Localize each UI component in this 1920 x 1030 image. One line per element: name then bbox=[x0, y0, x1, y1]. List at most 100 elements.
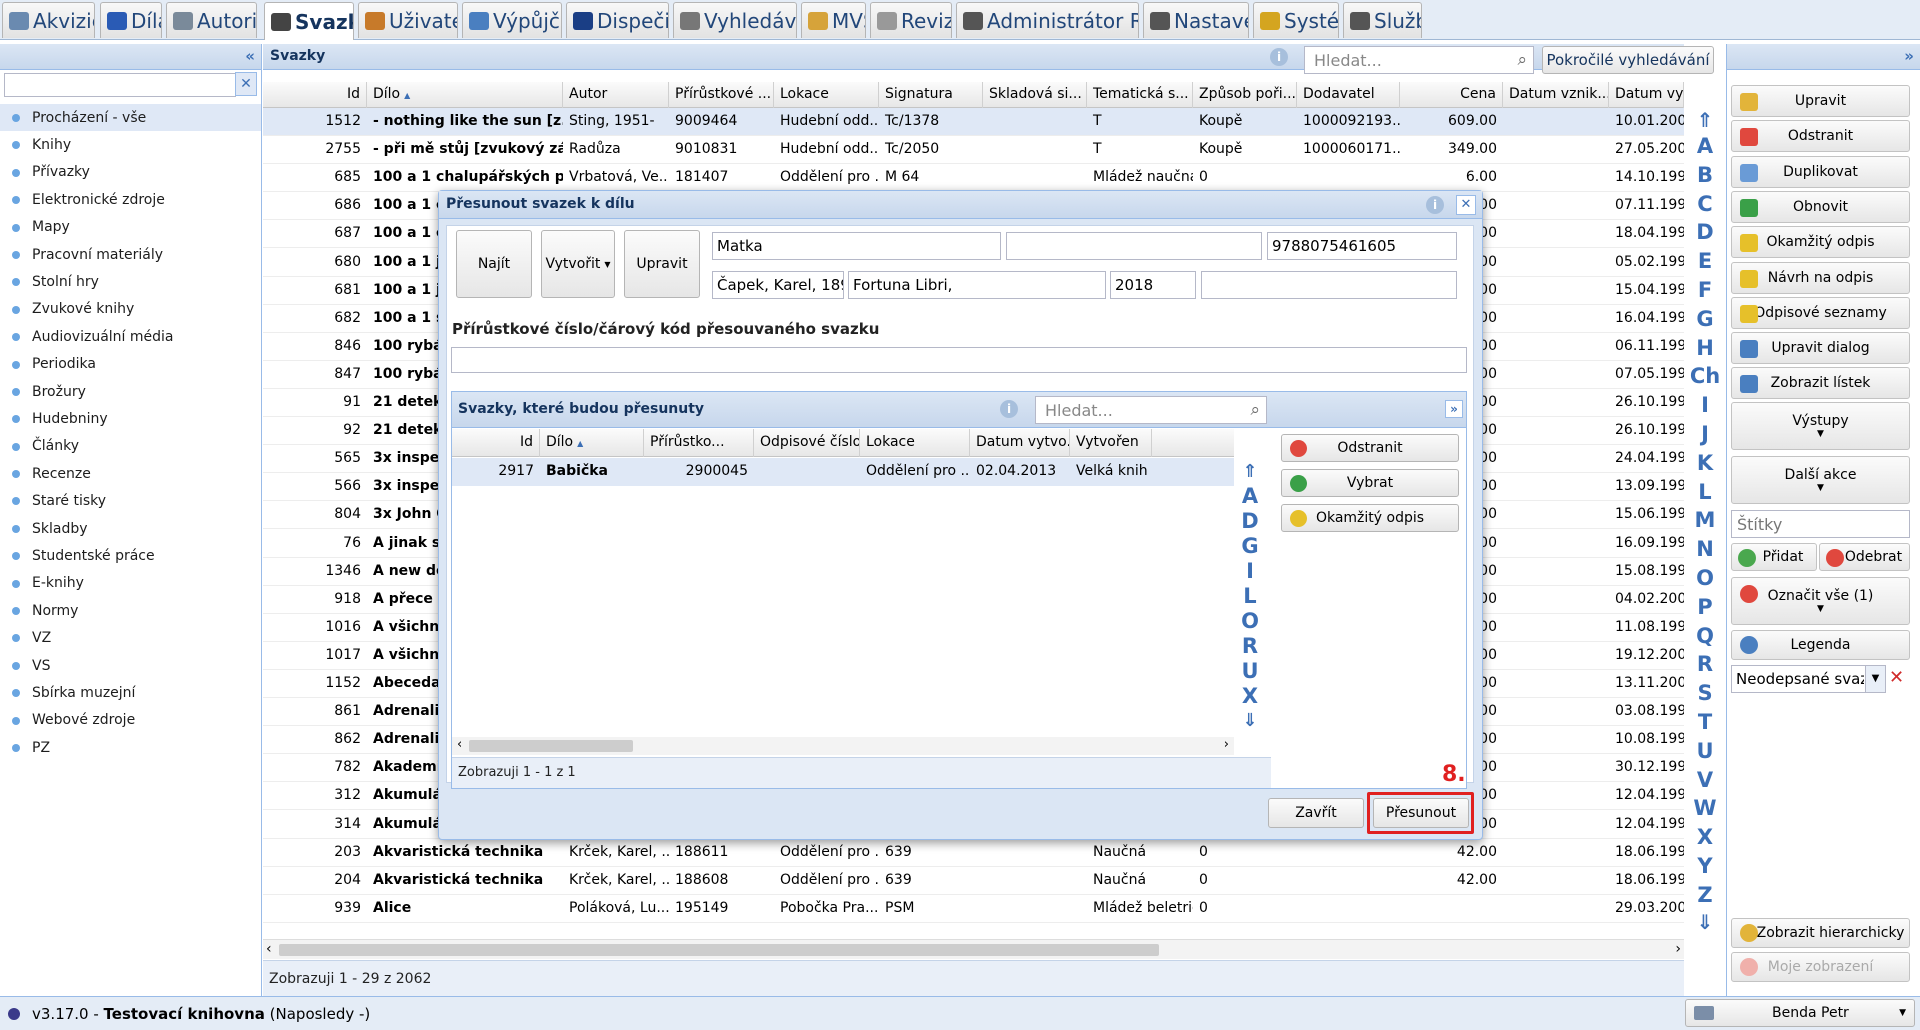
alphabet-letter[interactable]: V bbox=[1697, 766, 1713, 795]
alphabet-letter[interactable]: H bbox=[1696, 334, 1714, 363]
my-view-button[interactable]: Moje zobrazení bbox=[1731, 952, 1910, 982]
delete-volume-button[interactable]: Odstranit bbox=[1281, 434, 1459, 462]
alphabet-letter[interactable]: B bbox=[1697, 161, 1713, 190]
nav-item[interactable]: Studentské práce bbox=[0, 542, 261, 569]
nav-item[interactable]: Pracovní materiály bbox=[0, 241, 261, 268]
nav-item[interactable]: VS bbox=[0, 652, 261, 679]
column-header[interactable]: Skladová si... bbox=[983, 82, 1087, 108]
scroll-right-icon[interactable]: › bbox=[1675, 941, 1681, 957]
clear-filter-icon[interactable]: ✕ bbox=[235, 72, 257, 96]
tab-revize[interactable]: Revize bbox=[870, 2, 952, 38]
inner-search-input[interactable]: Hledat... ⌕ bbox=[1035, 396, 1267, 424]
nav-item[interactable]: Periodika bbox=[0, 351, 261, 378]
tab-služba[interactable]: Služba bbox=[1343, 2, 1422, 38]
alphabet-letter[interactable]: U bbox=[1696, 737, 1713, 766]
tab-akvizice[interactable]: Akvizice bbox=[2, 2, 95, 38]
table-row[interactable]: 2917 Babička 2900045 Oddělení pro ... 02.04.… bbox=[452, 458, 1234, 486]
alphabet-letter[interactable]: I bbox=[1701, 391, 1709, 420]
column-header[interactable]: Způsob poři... bbox=[1193, 82, 1297, 108]
scroll-bottom-icon[interactable]: ⇓ bbox=[1242, 709, 1257, 733]
nav-item[interactable]: Elektronické zdroje bbox=[0, 186, 261, 213]
nav-item[interactable]: Normy bbox=[0, 597, 261, 624]
alphabet-letter[interactable]: R bbox=[1697, 650, 1713, 679]
barcode-input[interactable] bbox=[451, 347, 1467, 373]
alphabet-letter[interactable]: K bbox=[1697, 449, 1713, 478]
column-header[interactable]: Datum vytv bbox=[1609, 82, 1684, 108]
tab-autority[interactable]: Autority bbox=[166, 2, 257, 38]
column-header[interactable]: Datum vznik... bbox=[1503, 82, 1609, 108]
column-header[interactable]: Lokace bbox=[774, 82, 879, 108]
warning-button[interactable]: Okamžitý odpis bbox=[1731, 226, 1910, 259]
tab-administrátor-reksu[interactable]: Administrátor REKSu bbox=[956, 2, 1139, 38]
nav-item[interactable]: PZ bbox=[0, 734, 261, 761]
alphabet-letter[interactable]: J bbox=[1701, 420, 1709, 449]
nav-item[interactable]: Webové zdroje bbox=[0, 707, 261, 734]
table-row[interactable]: 1512 - nothing like the sun [z... Sting, 1… bbox=[263, 108, 1684, 136]
chevron-down-icon[interactable]: ▼ bbox=[1865, 666, 1885, 692]
nav-item[interactable]: Mapy bbox=[0, 214, 261, 241]
alphabet-letter[interactable]: U bbox=[1241, 659, 1258, 684]
tab-mvs[interactable]: MVS bbox=[801, 2, 866, 38]
scroll-top-icon[interactable]: ⇑ bbox=[1697, 108, 1714, 132]
alphabet-letter[interactable]: G bbox=[1696, 305, 1713, 334]
alphabet-letter[interactable]: T bbox=[1698, 708, 1712, 737]
alphabet-letter[interactable]: L bbox=[1698, 478, 1711, 507]
scroll-left-icon[interactable]: ‹ bbox=[457, 737, 462, 752]
advanced-search-button[interactable]: Pokročilé vyhledávání bbox=[1542, 46, 1714, 74]
column-header[interactable]: Signatura bbox=[879, 82, 983, 108]
nav-item[interactable]: Články bbox=[0, 433, 261, 460]
column-header[interactable]: Dílo ▲ bbox=[540, 429, 644, 457]
card-button[interactable]: Zobrazit lístek bbox=[1731, 367, 1910, 400]
nav-item[interactable]: Zvukové knihy bbox=[0, 296, 261, 323]
dialog-button[interactable]: Upravit dialog bbox=[1731, 332, 1910, 365]
find-button[interactable]: Najít bbox=[456, 230, 532, 298]
alphabet-letter[interactable]: Y bbox=[1697, 852, 1712, 881]
warning-button[interactable]: Návrh na odpis bbox=[1731, 261, 1910, 294]
scroll-thumb[interactable] bbox=[469, 740, 633, 752]
table-row[interactable]: 204 Akvaristická technika Krček, Karel, ..… bbox=[263, 867, 1684, 895]
nav-item[interactable]: Sbírka muzejní bbox=[0, 679, 261, 706]
column-header[interactable]: Přírůstko... bbox=[644, 429, 754, 457]
nav-item[interactable]: Knihy bbox=[0, 131, 261, 158]
nav-item[interactable]: E-knihy bbox=[0, 570, 261, 597]
nav-item[interactable]: VZ bbox=[0, 624, 261, 651]
create-button[interactable]: Vytvořit ▼ bbox=[541, 230, 615, 298]
nav-item[interactable]: Přívazky bbox=[0, 159, 261, 186]
alphabet-letter[interactable]: G bbox=[1241, 534, 1258, 559]
outputs-button[interactable]: Výstupy ▼ bbox=[1731, 402, 1910, 450]
collapse-left-icon[interactable]: « bbox=[245, 47, 255, 65]
tab-uživatelé[interactable]: Uživatelé bbox=[358, 2, 458, 38]
nav-item[interactable]: Skladby bbox=[0, 515, 261, 542]
table-row[interactable]: 939 Alice Poláková, Lu... 195149 Pobočka Pra… bbox=[263, 895, 1684, 923]
alphabet-letter[interactable]: I bbox=[1246, 559, 1254, 584]
tab-vyhledávání[interactable]: Vyhledávání bbox=[673, 2, 797, 38]
alphabet-letter[interactable]: O bbox=[1241, 609, 1259, 634]
scroll-left-icon[interactable]: ‹ bbox=[266, 941, 272, 957]
expand-panel-icon[interactable]: » bbox=[1445, 400, 1463, 418]
table-row[interactable]: 203 Akvaristická technika Krček, Karel, ..… bbox=[263, 839, 1684, 867]
table-row[interactable]: 2755 - při mě stůj [zvukový zá... Radůza 90… bbox=[263, 136, 1684, 165]
column-header[interactable]: Odpisové číslo bbox=[754, 429, 860, 457]
alphabet-letter[interactable]: D bbox=[1696, 218, 1713, 247]
alphabet-letter[interactable]: A bbox=[1697, 132, 1713, 161]
work-field-2[interactable] bbox=[1006, 232, 1262, 260]
alphabet-letter[interactable]: N bbox=[1696, 535, 1714, 564]
column-header[interactable]: Id bbox=[263, 82, 367, 108]
column-header[interactable]: Cena bbox=[1400, 82, 1503, 108]
more-actions-button[interactable]: Další akce ▼ bbox=[1731, 456, 1910, 504]
year-field[interactable]: 2018 bbox=[1110, 271, 1196, 299]
alphabet-letter[interactable]: X bbox=[1697, 823, 1713, 852]
column-header[interactable]: Autor bbox=[563, 82, 669, 108]
filter-select[interactable]: Neodepsané svazl ▼ bbox=[1731, 665, 1886, 693]
inner-horizontal-scrollbar[interactable]: ‹ › bbox=[452, 737, 1234, 755]
column-header[interactable]: Dodavatel bbox=[1297, 82, 1400, 108]
select-volume-button[interactable]: Vybrat bbox=[1281, 469, 1459, 497]
tab-svazky[interactable]: Svazky bbox=[264, 2, 354, 40]
work-field-6[interactable] bbox=[1201, 271, 1457, 299]
nav-item[interactable]: Staré tisky bbox=[0, 487, 261, 514]
refresh-button[interactable]: Obnovit bbox=[1731, 190, 1910, 223]
filter-input[interactable] bbox=[4, 73, 236, 97]
user-menu-button[interactable]: Benda Petr ▼ bbox=[1685, 999, 1915, 1027]
column-header[interactable]: Datum vytvo... bbox=[970, 429, 1070, 457]
alphabet-letter[interactable]: E bbox=[1698, 247, 1712, 276]
